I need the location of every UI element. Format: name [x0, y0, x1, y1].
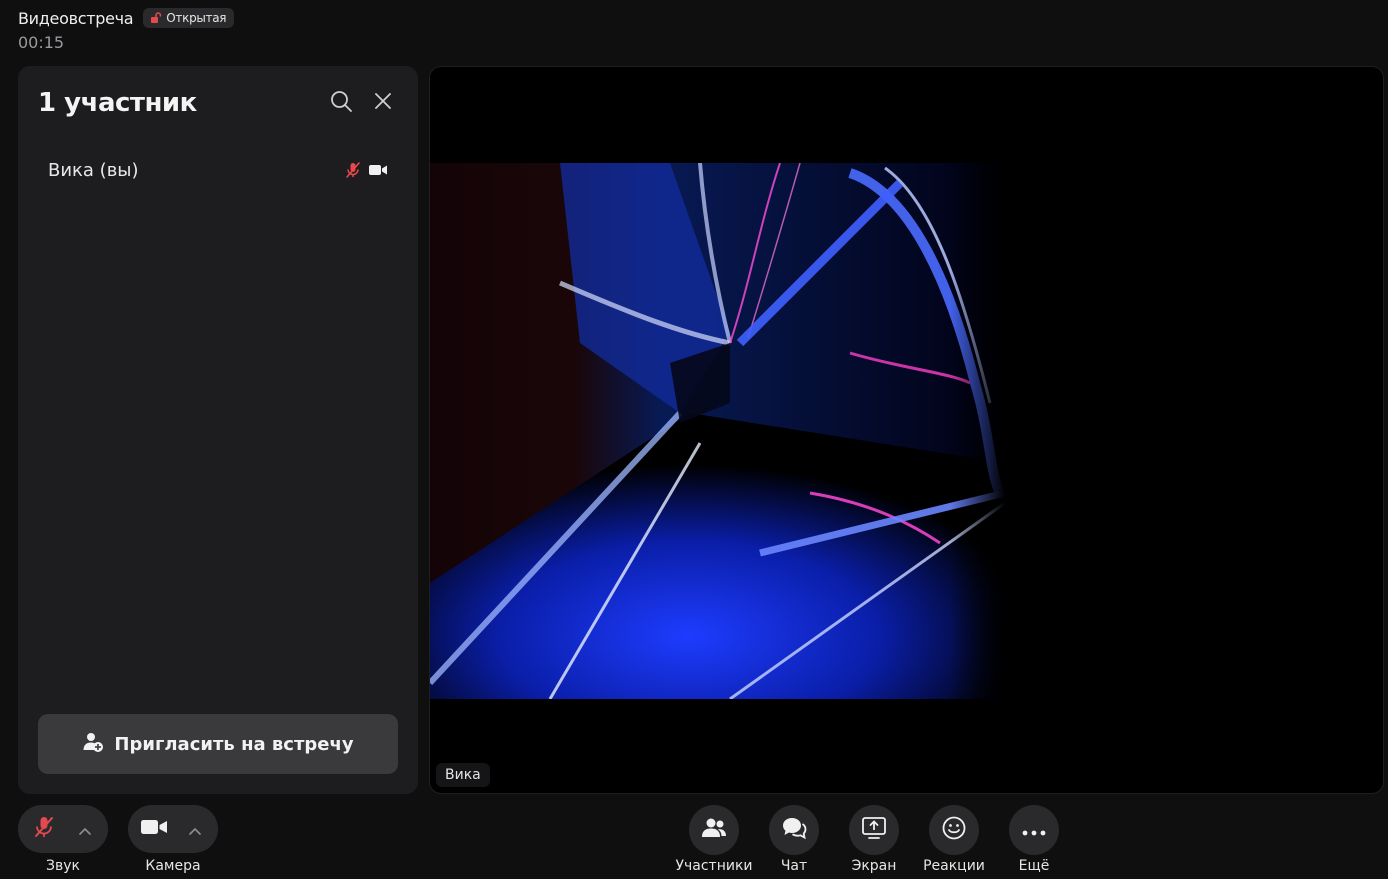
search-participants-button[interactable]: [326, 88, 356, 118]
sound-control-group: [18, 805, 108, 853]
mic-muted-icon: [32, 815, 56, 843]
more-label: Ещё: [1018, 858, 1050, 874]
add-user-icon: [82, 731, 104, 758]
users-icon: [700, 817, 728, 843]
camera-toggle-button[interactable]: [128, 805, 180, 853]
search-icon: [329, 89, 353, 117]
meeting-title: Видеовстреча: [18, 8, 134, 28]
more-button[interactable]: [1009, 805, 1059, 855]
camera-label: Камера: [145, 858, 201, 874]
more-dots-icon: [1022, 821, 1046, 840]
video-name-tag: Вика: [436, 763, 490, 787]
reactions-button[interactable]: [929, 805, 979, 855]
camera-on-icon: [368, 160, 388, 180]
chevron-up-icon: [188, 820, 202, 839]
screen-label: Экран: [851, 858, 897, 874]
participant-row[interactable]: Вика (вы): [48, 156, 388, 184]
camera-settings-caret[interactable]: [180, 805, 210, 853]
camera-control-group: [128, 805, 218, 853]
more-tool[interactable]: Ещё: [986, 805, 1082, 874]
mic-muted-icon: [343, 160, 363, 180]
open-lock-icon: [150, 12, 162, 24]
close-icon: [373, 91, 393, 115]
participants-panel-header: 1 участник: [38, 86, 398, 120]
meeting-header: Видеовстреча Открытая 00:15: [18, 8, 235, 52]
participants-button[interactable]: [689, 805, 739, 855]
invite-to-meeting-button[interactable]: Пригласить на встречу: [38, 714, 398, 774]
mic-toggle-button[interactable]: [18, 805, 70, 853]
chevron-up-icon: [78, 820, 92, 839]
meeting-access-badge[interactable]: Открытая: [143, 8, 235, 28]
participants-count-title: 1 участник: [38, 88, 197, 118]
sound-label: Звук: [46, 858, 80, 874]
close-panel-button[interactable]: [368, 88, 398, 118]
invite-button-label: Пригласить на встречу: [114, 733, 354, 755]
screen-share-icon: [861, 816, 887, 844]
reactions-label: Реакции: [923, 858, 985, 874]
chat-button[interactable]: [769, 805, 819, 855]
video-stage: Вика: [429, 66, 1384, 794]
camera-icon: [140, 818, 168, 840]
participants-panel: 1 участник Вика (вы) Пригласить на встре…: [18, 66, 418, 794]
chat-label: Чат: [780, 858, 808, 874]
smiley-icon: [941, 815, 967, 845]
access-badge-label: Открытая: [166, 11, 227, 25]
meeting-timer: 00:15: [18, 33, 65, 52]
participant-name: Вика (вы): [48, 159, 139, 181]
participant-video-feed[interactable]: [430, 163, 1005, 699]
sound-settings-caret[interactable]: [70, 805, 100, 853]
participants-label: Участники: [675, 858, 753, 874]
screen-share-button[interactable]: [849, 805, 899, 855]
chat-icon: [781, 816, 807, 844]
